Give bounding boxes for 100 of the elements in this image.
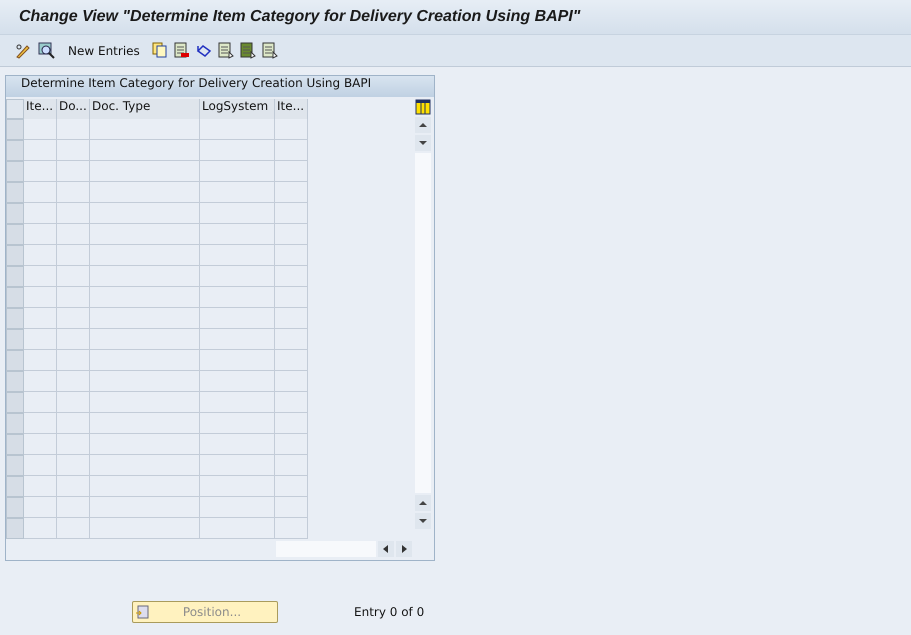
row-selector[interactable]	[6, 392, 24, 413]
table-cell[interactable]	[24, 266, 57, 287]
table-cell[interactable]	[90, 287, 200, 308]
row-selector[interactable]	[6, 245, 24, 266]
table-cell[interactable]	[90, 308, 200, 329]
new-entries-button[interactable]: New Entries	[62, 44, 146, 58]
table-cell[interactable]	[200, 329, 275, 350]
table-cell[interactable]	[57, 287, 90, 308]
table-cell[interactable]	[200, 455, 275, 476]
table-cell[interactable]	[90, 119, 200, 140]
table-cell[interactable]	[200, 140, 275, 161]
table-cell[interactable]	[57, 119, 90, 140]
select-all-corner[interactable]	[6, 99, 24, 119]
row-selector[interactable]	[6, 182, 24, 203]
row-selector[interactable]	[6, 140, 24, 161]
table-cell[interactable]	[90, 518, 200, 539]
table-cell[interactable]	[90, 434, 200, 455]
scroll-up-icon[interactable]	[415, 117, 431, 133]
table-cell[interactable]	[275, 371, 308, 392]
table-cell[interactable]	[200, 161, 275, 182]
table-cell[interactable]	[200, 182, 275, 203]
table-cell[interactable]	[24, 245, 57, 266]
table-cell[interactable]	[24, 119, 57, 140]
table-cell[interactable]	[200, 287, 275, 308]
column-header[interactable]: Doc. Type	[90, 99, 200, 119]
table-cell[interactable]	[57, 518, 90, 539]
table-cell[interactable]	[24, 287, 57, 308]
table-cell[interactable]	[200, 350, 275, 371]
table-cell[interactable]	[24, 371, 57, 392]
table-cell[interactable]	[275, 476, 308, 497]
table-cell[interactable]	[90, 455, 200, 476]
table-cell[interactable]	[200, 224, 275, 245]
table-cell[interactable]	[200, 476, 275, 497]
table-cell[interactable]	[24, 455, 57, 476]
table-cell[interactable]	[57, 245, 90, 266]
table-cell[interactable]	[24, 308, 57, 329]
table-cell[interactable]	[57, 266, 90, 287]
row-selector[interactable]	[6, 266, 24, 287]
row-selector[interactable]	[6, 308, 24, 329]
table-cell[interactable]	[275, 266, 308, 287]
table-cell[interactable]	[275, 224, 308, 245]
row-selector[interactable]	[6, 350, 24, 371]
table-cell[interactable]	[90, 203, 200, 224]
table-cell[interactable]	[24, 476, 57, 497]
table-cell[interactable]	[275, 182, 308, 203]
row-selector[interactable]	[6, 476, 24, 497]
table-cell[interactable]	[24, 140, 57, 161]
table-cell[interactable]	[90, 140, 200, 161]
column-header[interactable]: Ite...	[275, 99, 308, 119]
magnifier-icon[interactable]	[38, 42, 56, 60]
scroll-down-icon[interactable]	[415, 135, 431, 151]
table-cell[interactable]	[57, 308, 90, 329]
table-cell[interactable]	[57, 350, 90, 371]
table-cell[interactable]	[57, 140, 90, 161]
table-cell[interactable]	[24, 182, 57, 203]
row-selector[interactable]	[6, 518, 24, 539]
table-cell[interactable]	[57, 497, 90, 518]
table-cell[interactable]	[90, 371, 200, 392]
table-cell[interactable]	[275, 245, 308, 266]
column-header[interactable]: LogSystem	[200, 99, 275, 119]
table-cell[interactable]	[275, 161, 308, 182]
delete-icon[interactable]	[174, 42, 190, 59]
table-cell[interactable]	[90, 329, 200, 350]
row-selector[interactable]	[6, 497, 24, 518]
table-cell[interactable]	[90, 182, 200, 203]
table-cell[interactable]	[57, 434, 90, 455]
table-cell[interactable]	[275, 140, 308, 161]
row-selector[interactable]	[6, 455, 24, 476]
scroll-up-icon[interactable]	[415, 495, 431, 511]
table-cell[interactable]	[200, 497, 275, 518]
table-cell[interactable]	[24, 434, 57, 455]
table-cell[interactable]	[275, 203, 308, 224]
row-selector[interactable]	[6, 203, 24, 224]
table-cell[interactable]	[57, 182, 90, 203]
table-cell[interactable]	[275, 455, 308, 476]
table-cell[interactable]	[200, 119, 275, 140]
table-cell[interactable]	[90, 161, 200, 182]
table-cell[interactable]	[57, 476, 90, 497]
table-cell[interactable]	[275, 413, 308, 434]
table-cell[interactable]	[275, 350, 308, 371]
scroll-left-icon[interactable]	[378, 541, 394, 557]
table-cell[interactable]	[24, 392, 57, 413]
row-selector[interactable]	[6, 224, 24, 245]
table-cell[interactable]	[200, 308, 275, 329]
table-cell[interactable]	[275, 308, 308, 329]
row-selector[interactable]	[6, 329, 24, 350]
scroll-down-icon[interactable]	[415, 513, 431, 529]
table-cell[interactable]	[90, 476, 200, 497]
table-cell[interactable]	[200, 518, 275, 539]
column-header[interactable]: Do...	[57, 99, 90, 119]
table-cell[interactable]	[275, 434, 308, 455]
table-cell[interactable]	[57, 371, 90, 392]
table-cell[interactable]	[200, 371, 275, 392]
column-header[interactable]: Ite...	[24, 99, 57, 119]
table-cell[interactable]	[275, 329, 308, 350]
table-cell[interactable]	[57, 329, 90, 350]
table-cell[interactable]	[200, 413, 275, 434]
table-cell[interactable]	[275, 518, 308, 539]
table-cell[interactable]	[24, 161, 57, 182]
table-cell[interactable]	[200, 392, 275, 413]
